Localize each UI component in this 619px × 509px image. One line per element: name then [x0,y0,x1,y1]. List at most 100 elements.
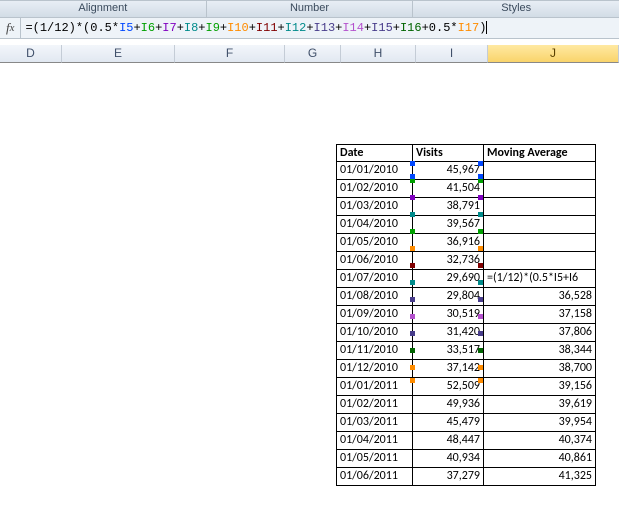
avg-cell[interactable]: 39,954 [484,414,596,432]
table-row: 01/06/201137,27941,325 [336,468,596,486]
data-table: Date Visits Moving Average 01/01/201045,… [336,144,596,486]
date-cell[interactable]: 01/05/2011 [336,450,413,468]
visits-cell[interactable]: 30,519 [413,306,484,324]
table-header-row: Date Visits Moving Average [336,144,596,162]
table-row: 01/06/201032,736 [336,252,596,270]
visits-cell[interactable]: 36,916 [413,234,484,252]
avg-cell[interactable] [484,234,596,252]
visits-cell[interactable]: 40,934 [413,450,484,468]
table-row: 01/05/201140,93440,861 [336,450,596,468]
table-row: 01/11/201033,51738,344 [336,342,596,360]
ribbon-group-alignment[interactable]: Alignment [0,1,207,17]
date-cell[interactable]: 01/04/2011 [336,432,413,450]
avg-cell[interactable]: 38,344 [484,342,596,360]
date-cell[interactable]: 01/07/2010 [336,270,413,288]
fx-icon[interactable]: fx [0,18,21,38]
ref-I15: I15 [371,21,393,35]
date-cell[interactable]: 01/12/2010 [336,360,413,378]
avg-cell[interactable]: 39,619 [484,396,596,414]
date-cell[interactable]: 01/10/2010 [336,324,413,342]
visits-cell[interactable]: 31,420 [413,324,484,342]
avg-cell[interactable] [484,252,596,270]
visits-cell[interactable]: 29,690 [413,270,484,288]
visits-cell[interactable]: 49,936 [413,396,484,414]
visits-cell[interactable]: 38,791 [413,198,484,216]
col-header-avg[interactable]: Moving Average [484,144,596,162]
date-cell[interactable]: 01/03/2011 [336,414,413,432]
col-header-visits[interactable]: Visits [413,144,484,162]
date-cell[interactable]: 01/04/2010 [336,216,413,234]
visits-cell[interactable]: 29,804 [413,288,484,306]
ref-I6: I6 [141,21,155,35]
date-cell[interactable]: 01/08/2010 [336,288,413,306]
ref-I12: I12 [285,21,307,35]
avg-cell[interactable] [484,216,596,234]
ref-I14: I14 [342,21,364,35]
table-row: 01/02/201149,93639,619 [336,396,596,414]
spreadsheet-grid[interactable]: Date Visits Moving Average 01/01/201045,… [0,60,619,509]
date-cell[interactable]: 01/09/2010 [336,306,413,324]
ref-I16: I16 [400,21,422,35]
table-row: 01/05/201036,916 [336,234,596,252]
date-cell[interactable]: 01/11/2010 [336,342,413,360]
table-row: 01/09/201030,51937,158 [336,306,596,324]
avg-cell[interactable]: 39,156 [484,378,596,396]
date-cell[interactable]: 01/01/2010 [336,162,413,180]
visits-cell[interactable]: 39,567 [413,216,484,234]
visits-cell[interactable]: 52,509 [413,378,484,396]
ref-I17: I17 [458,21,480,35]
avg-cell[interactable] [484,198,596,216]
visits-cell[interactable]: 32,736 [413,252,484,270]
avg-cell[interactable]: 40,374 [484,432,596,450]
visits-cell[interactable]: 45,479 [413,414,484,432]
ref-I11: I11 [256,21,278,35]
table-row: 01/07/201029,690=(1/12)*(0.5*I5+I6 [336,270,596,288]
avg-cell[interactable]: 40,861 [484,450,596,468]
visits-cell[interactable]: 41,504 [413,180,484,198]
visits-cell[interactable]: 48,447 [413,432,484,450]
formula-prefix: =(1/12)*(0.5* [25,21,119,35]
avg-cell[interactable]: 41,325 [484,468,596,486]
table-row: 01/02/201041,504 [336,180,596,198]
ribbon-group-styles[interactable]: Styles [413,1,619,17]
avg-cell[interactable] [484,162,596,180]
avg-cell[interactable]: 36,528 [484,288,596,306]
ref-I10: I10 [227,21,249,35]
formula-input[interactable]: =(1/12)*(0.5*I5+I6+I7+I8+I9+I10+I11+I12+… [21,21,487,35]
text-cursor [486,21,487,34]
date-cell[interactable]: 01/05/2010 [336,234,413,252]
ref-I8: I8 [184,21,198,35]
date-cell[interactable]: 01/03/2010 [336,198,413,216]
table-row: 01/03/201145,47939,954 [336,414,596,432]
visits-cell[interactable]: 33,517 [413,342,484,360]
table-row: 01/01/201045,967 [336,162,596,180]
avg-cell[interactable]: 38,700 [484,360,596,378]
table-row: 01/01/201152,50939,156 [336,378,596,396]
ref-I9: I9 [206,21,220,35]
date-cell[interactable]: 01/02/2010 [336,180,413,198]
col-header-date[interactable]: Date [336,144,413,162]
avg-cell[interactable]: 37,806 [484,324,596,342]
ribbon-group-number[interactable]: Number [207,1,414,17]
table-row: 01/12/201037,14238,700 [336,360,596,378]
ref-I13: I13 [314,21,336,35]
table-row: 01/03/201038,791 [336,198,596,216]
avg-cell[interactable]: 37,158 [484,306,596,324]
formula-bar: fx =(1/12)*(0.5*I5+I6+I7+I8+I9+I10+I11+I… [0,17,619,39]
date-cell[interactable]: 01/06/2010 [336,252,413,270]
visits-cell[interactable]: 37,142 [413,360,484,378]
date-cell[interactable]: 01/06/2011 [336,468,413,486]
avg-cell[interactable] [484,180,596,198]
ref-I7: I7 [162,21,176,35]
ribbon-group-labels: Alignment Number Styles [0,0,619,17]
visits-cell[interactable]: 45,967 [413,162,484,180]
table-row: 01/10/201031,42037,806 [336,324,596,342]
table-row: 01/08/201029,80436,528 [336,288,596,306]
visits-cell[interactable]: 37,279 [413,468,484,486]
date-cell[interactable]: 01/01/2011 [336,378,413,396]
ref-I5: I5 [119,21,133,35]
table-row: 01/04/201039,567 [336,216,596,234]
avg-cell[interactable]: =(1/12)*(0.5*I5+I6 [484,270,596,288]
table-row: 01/04/201148,44740,374 [336,432,596,450]
date-cell[interactable]: 01/02/2011 [336,396,413,414]
